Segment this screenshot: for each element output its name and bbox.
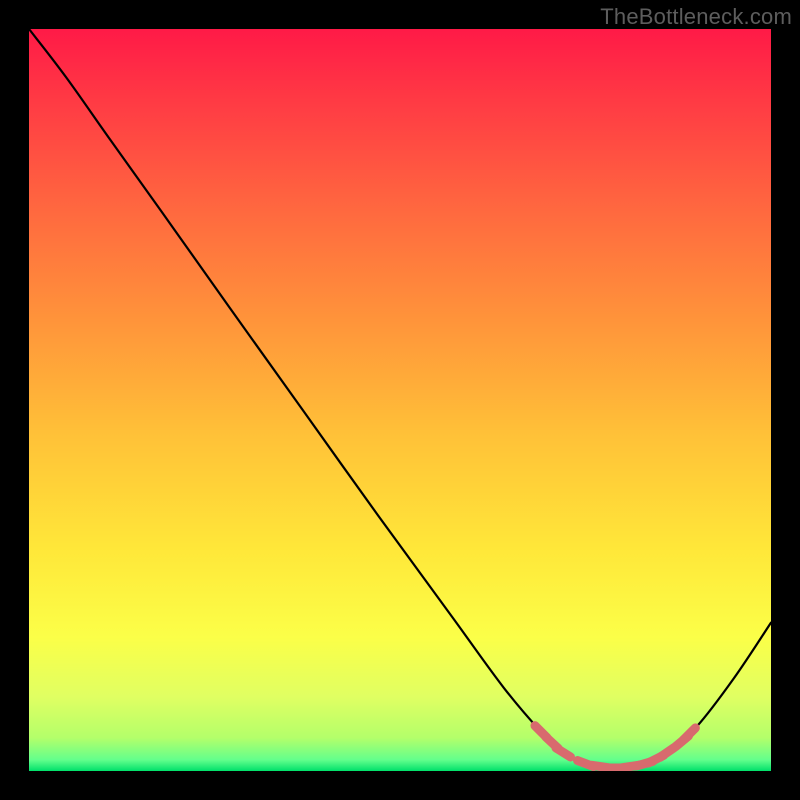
gradient-background (29, 29, 771, 771)
bottleneck-chart (29, 29, 771, 771)
plot-area (29, 29, 771, 771)
chart-frame: TheBottleneck.com (0, 0, 800, 800)
watermark-text: TheBottleneck.com (600, 4, 792, 30)
